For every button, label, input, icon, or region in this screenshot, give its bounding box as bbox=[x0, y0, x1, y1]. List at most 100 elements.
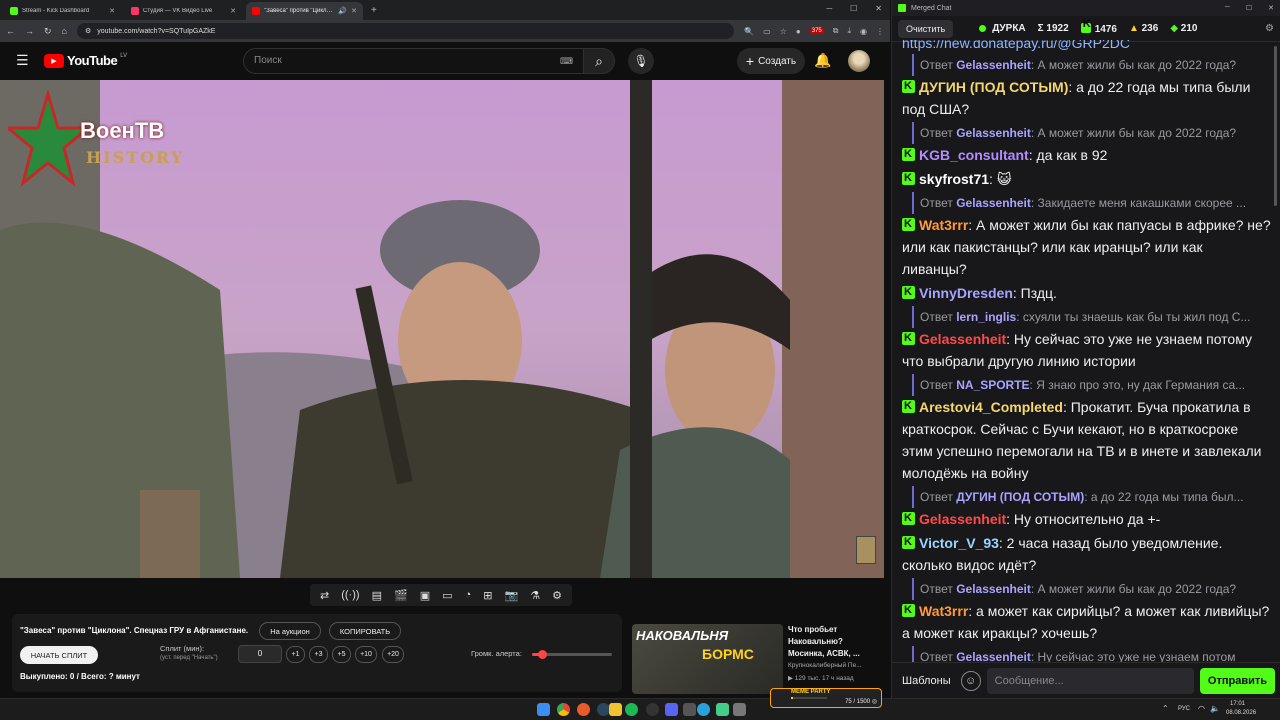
recommended-video[interactable]: НАКОВАЛЬНЯ БОРМС Что пробьет Наковальню?… bbox=[632, 622, 882, 694]
chat-messages[interactable]: https://new.donatepay.ru/@GRP2DC Ответ G… bbox=[892, 40, 1280, 662]
forward-icon[interactable]: → bbox=[25, 26, 34, 36]
reply-username[interactable]: Gelassenheit bbox=[956, 582, 1031, 596]
maximize-icon[interactable]: ☐ bbox=[1246, 4, 1252, 12]
alert-volume-knob[interactable] bbox=[537, 650, 547, 659]
broadcast-icon[interactable]: ((·)) bbox=[341, 589, 359, 601]
site-info-icon[interactable]: ⚙ bbox=[85, 27, 91, 35]
search-input[interactable]: Поиск bbox=[243, 48, 585, 74]
chat-message[interactable]: KGB_consultant: да как в 92 bbox=[902, 143, 1271, 166]
new-tab-button[interactable]: + bbox=[371, 5, 377, 16]
menu-dots-icon[interactable]: ⋮ bbox=[876, 27, 884, 36]
donation-link[interactable]: https://new.donatepay.ru/@GRP2DC bbox=[902, 40, 1271, 54]
app3-icon[interactable] bbox=[733, 703, 746, 716]
reply-username[interactable]: Gelassenheit bbox=[956, 196, 1031, 210]
templates-button[interactable]: Шаблоны bbox=[898, 669, 955, 693]
subtitles-icon[interactable]: ▭ bbox=[442, 589, 452, 602]
download-icon[interactable]: ⤓ bbox=[847, 26, 851, 36]
volume-icon[interactable]: 🔈 bbox=[1210, 704, 1220, 713]
telegram-icon[interactable] bbox=[697, 703, 710, 716]
chat-username[interactable]: Wat3rrr bbox=[919, 603, 968, 619]
app2-icon[interactable] bbox=[716, 703, 729, 716]
reply-username[interactable]: ДУГИН (ПОД СОТЫМ) bbox=[956, 490, 1084, 504]
split-plus-20-button[interactable]: +20 bbox=[382, 646, 404, 663]
alert-volume-slider[interactable] bbox=[532, 650, 612, 659]
minimize-icon[interactable]: ─ bbox=[1225, 4, 1230, 12]
voice-search-button[interactable]: 🎙 bbox=[628, 48, 654, 74]
reply-username[interactable]: NA_SPORTE bbox=[956, 378, 1029, 392]
tab-vk-studio[interactable]: Студия — VK Видео Live ✕ bbox=[125, 2, 242, 20]
reply-username[interactable]: Gelassenheit bbox=[956, 58, 1031, 72]
chat-username[interactable]: VinnyDresden bbox=[919, 285, 1013, 301]
app-icon[interactable] bbox=[683, 703, 696, 716]
chat-message[interactable]: Gelassenheit: Ну относительно да +- bbox=[902, 507, 1271, 530]
reply-username[interactable]: Gelassenheit bbox=[956, 126, 1031, 140]
emoji-picker-icon[interactable]: ☺ bbox=[960, 670, 981, 691]
discord-icon[interactable] bbox=[665, 703, 678, 716]
loop-icon[interactable]: ⇄ bbox=[320, 589, 329, 602]
windows-start-icon[interactable] bbox=[537, 703, 550, 716]
chat-message[interactable]: Wat3rrr: а может как сирийцы? а может ка… bbox=[902, 599, 1271, 644]
playlist-icon[interactable]: ▤ bbox=[372, 589, 382, 602]
chat-settings-icon[interactable]: ⚙ bbox=[1265, 23, 1274, 34]
close-icon[interactable]: ✕ bbox=[1268, 4, 1274, 12]
close-icon[interactable]: ✕ bbox=[230, 7, 236, 15]
reload-icon[interactable]: ↻ bbox=[44, 26, 52, 37]
create-button[interactable]: + Создать bbox=[737, 48, 805, 74]
chat-message[interactable]: ДУГИН (ПОД СОТЫМ): а до 22 года мы типа … bbox=[902, 75, 1271, 120]
chat-username[interactable]: Arestovi4_Completed bbox=[919, 399, 1063, 415]
close-icon[interactable]: ✕ bbox=[109, 7, 115, 15]
flask-icon[interactable]: ⚗ bbox=[530, 589, 540, 602]
add-box-icon[interactable]: ⊞ bbox=[483, 589, 492, 602]
settings-gear-icon[interactable]: ⚙ bbox=[552, 589, 562, 602]
chat-message[interactable]: VinnyDresden: Пздц. bbox=[902, 281, 1271, 304]
profile-icon[interactable]: ◉ bbox=[860, 27, 867, 36]
chat-message[interactable]: Victor_V_93: 2 часа назад было уведомлен… bbox=[902, 531, 1271, 576]
keyboard-icon[interactable]: ⌨ bbox=[560, 56, 573, 67]
chat-message[interactable]: skyfrost71: 😺 bbox=[902, 167, 1271, 190]
chat-message[interactable]: Wat3rrr: А может жили бы как папуасы в а… bbox=[902, 213, 1271, 280]
camera-icon[interactable]: 📷 bbox=[504, 589, 518, 602]
spotify-icon[interactable] bbox=[625, 703, 638, 716]
auction-button[interactable]: На аукцион bbox=[259, 622, 321, 640]
send-button[interactable]: Отправить bbox=[1199, 667, 1275, 694]
rec-title[interactable]: Что пробьет Наковальню? Мосинка, АСВК, .… bbox=[788, 624, 878, 660]
chat-username[interactable]: skyfrost71 bbox=[919, 171, 989, 187]
chat-message[interactable]: Arestovi4_Completed: Прокатит. Буча прок… bbox=[902, 395, 1271, 484]
chat-username[interactable]: Victor_V_93 bbox=[919, 535, 999, 551]
close-icon[interactable]: ✕ bbox=[351, 7, 357, 15]
reply-username[interactable]: lern_inglis bbox=[956, 310, 1016, 324]
sponsor-thumbnail-icon[interactable] bbox=[856, 536, 876, 564]
split-minutes-input[interactable]: 0 bbox=[238, 645, 282, 663]
search-button[interactable]: ⌕ bbox=[583, 48, 615, 74]
close-window-icon[interactable]: ✕ bbox=[875, 4, 882, 13]
input-language[interactable]: РУС bbox=[1178, 706, 1190, 712]
puzzle-icon[interactable]: ⧉ bbox=[833, 26, 839, 36]
video-player[interactable]: ВоенТВ HISTORY bbox=[0, 80, 884, 578]
minimize-icon[interactable]: ─ bbox=[826, 4, 832, 13]
split-plus-3-button[interactable]: +3 bbox=[309, 646, 328, 663]
copy-button[interactable]: КОПИРОВАТЬ bbox=[329, 622, 401, 640]
home-icon[interactable]: ⌂ bbox=[62, 26, 67, 36]
clear-button[interactable]: Очистить bbox=[898, 19, 954, 38]
chat-scrollbar[interactable] bbox=[1274, 46, 1277, 206]
speaker-icon[interactable]: 🔊 bbox=[338, 7, 347, 15]
rec-channel[interactable]: Крупнокалиберный Пе... bbox=[788, 662, 882, 669]
maximize-icon[interactable]: ☐ bbox=[850, 4, 857, 13]
chat-username[interactable]: Gelassenheit bbox=[919, 331, 1006, 347]
notifications-bell-icon[interactable]: 🔔 bbox=[814, 52, 831, 69]
extension-icon[interactable]: ● bbox=[796, 27, 801, 36]
pip-icon[interactable]: ▣ bbox=[420, 589, 430, 602]
message-input[interactable]: Сообщение... bbox=[986, 667, 1194, 694]
chat-username[interactable]: KGB_consultant bbox=[919, 147, 1029, 163]
clock-time[interactable]: 17:01 bbox=[1230, 701, 1245, 707]
browser-icon[interactable] bbox=[577, 703, 590, 716]
wifi-icon[interactable]: ◠ bbox=[1198, 704, 1205, 713]
split-plus-5-button[interactable]: +5 bbox=[332, 646, 351, 663]
chat-username[interactable]: Gelassenheit bbox=[919, 511, 1006, 527]
tab-youtube-video[interactable]: "Завеса" против "Циклона"... 🔊 ✕ bbox=[246, 2, 363, 20]
zoom-icon[interactable]: 🔍 bbox=[744, 27, 754, 36]
chrome-icon[interactable] bbox=[557, 703, 570, 716]
rec-thumbnail[interactable]: НАКОВАЛЬНЯ БОРМС bbox=[632, 624, 783, 694]
cast-icon[interactable]: ▭ bbox=[763, 27, 771, 36]
back-icon[interactable]: ← bbox=[6, 26, 15, 36]
